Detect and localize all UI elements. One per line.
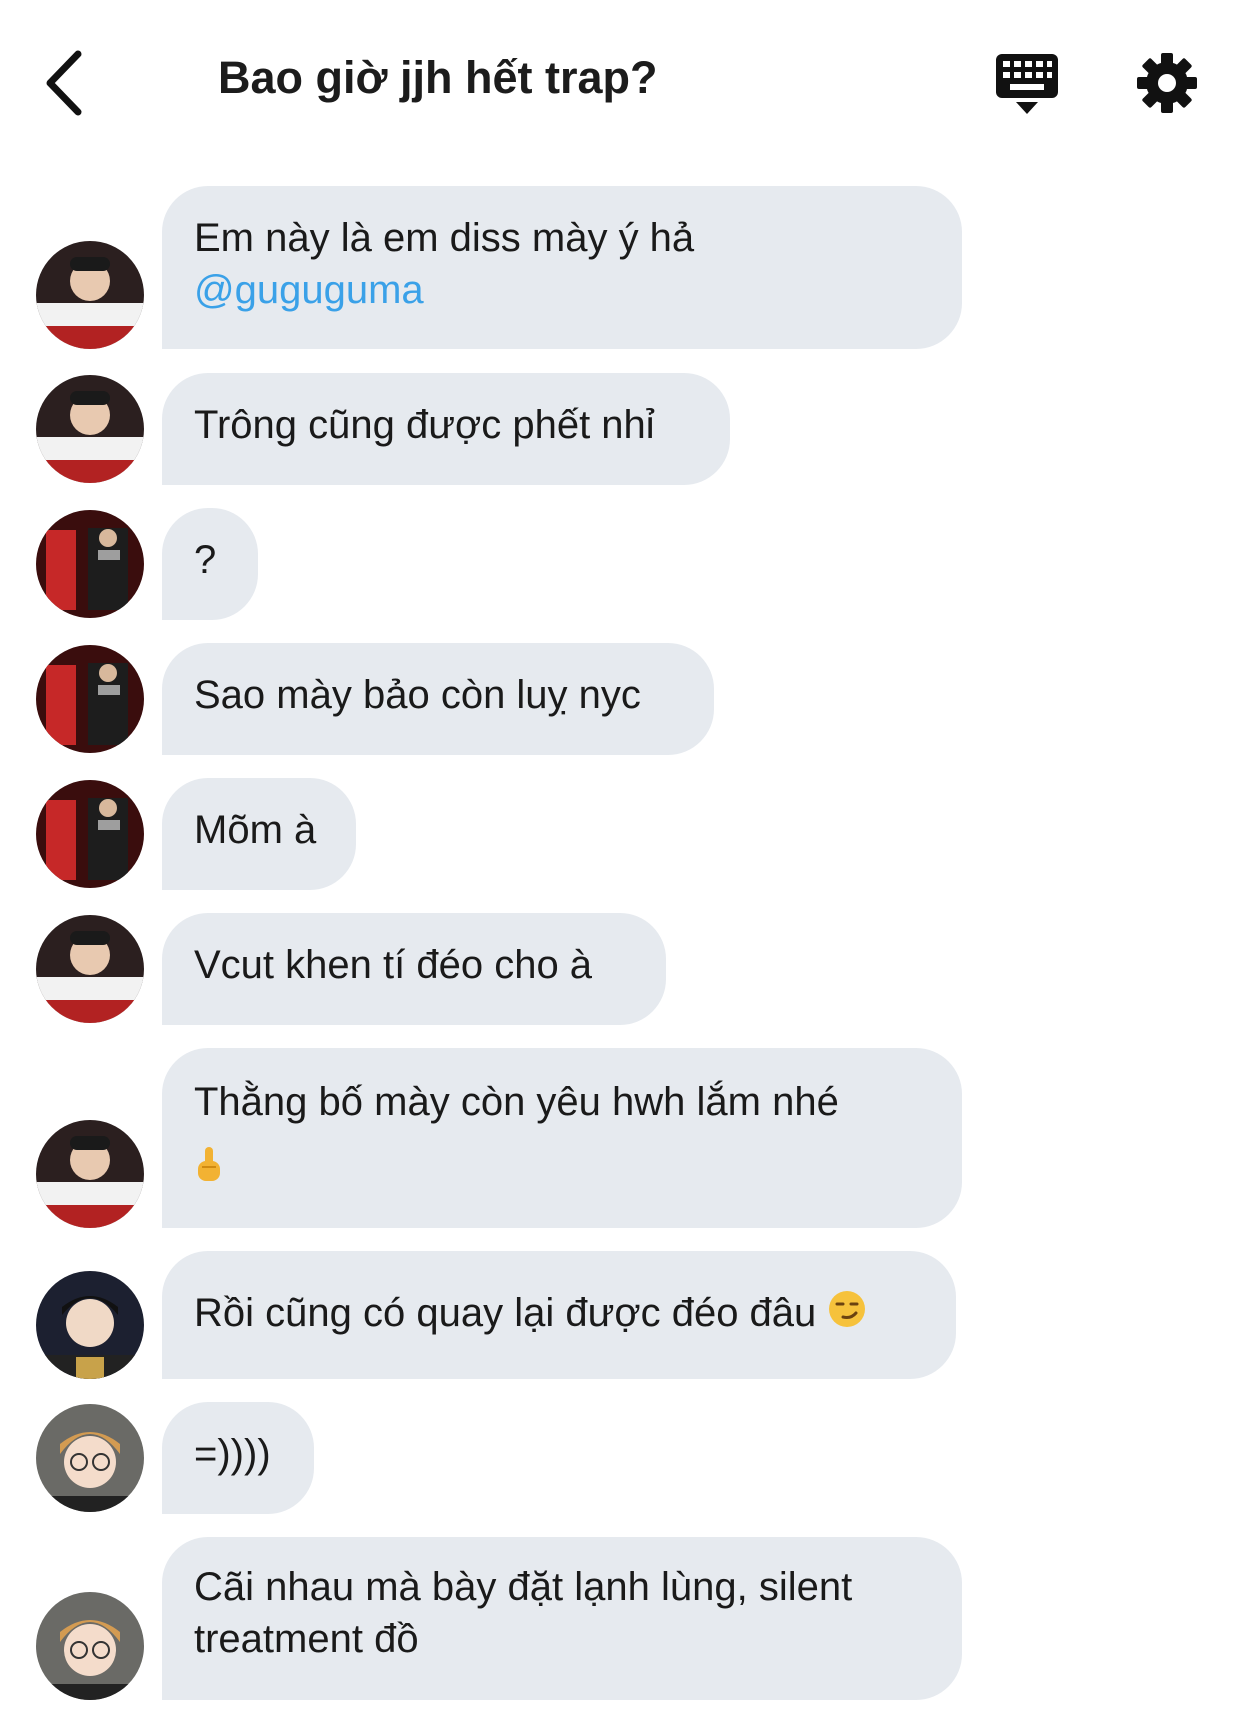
avatar[interactable] (36, 915, 144, 1023)
gear-icon (1137, 53, 1197, 113)
smirk-face-icon (827, 1289, 867, 1342)
avatar-a (36, 241, 144, 349)
mention-link[interactable]: @guguguma (194, 264, 930, 316)
message-text: Em này là em diss mày ý hả (194, 216, 695, 260)
message-text: =)))) (194, 1432, 271, 1476)
avatar-d (36, 1404, 144, 1512)
settings-button[interactable] (1136, 52, 1198, 114)
chat-title: Bao giờ jjh hết trap? (218, 52, 658, 103)
avatar[interactable] (36, 241, 144, 349)
avatar[interactable] (36, 375, 144, 483)
message-bubble[interactable]: Sao mày bảo còn luỵ nyc (162, 643, 714, 755)
message-bubble[interactable]: Cãi nhau mà bày đặt lạnh lùng, silent tr… (162, 1537, 962, 1700)
message-text: Thằng bố mày còn yêu hwh lắm nhé (194, 1080, 839, 1124)
avatar-a (36, 915, 144, 1023)
avatar-c (36, 1271, 144, 1379)
avatar[interactable] (36, 510, 144, 618)
avatar[interactable] (36, 1592, 144, 1700)
message-bubble[interactable]: =)))) (162, 1402, 314, 1514)
avatar-b (36, 645, 144, 753)
message-text: ? (194, 538, 217, 582)
avatar-b (36, 510, 144, 618)
avatar-a (36, 1120, 144, 1228)
avatar[interactable] (36, 1271, 144, 1379)
avatar[interactable] (36, 645, 144, 753)
message-bubble[interactable]: Vcut khen tí đéo cho à (162, 913, 666, 1025)
back-button[interactable] (40, 48, 90, 118)
message-bubble[interactable]: Trông cũng được phết nhỉ (162, 373, 730, 485)
chevron-left-icon (46, 50, 82, 116)
message-text: Rồi cũng có quay lại được đéo đâu (194, 1291, 817, 1335)
message-bubble[interactable]: ? (162, 508, 258, 620)
message-bubble[interactable]: Thằng bố mày còn yêu hwh lắm nhé (162, 1048, 962, 1228)
middle-finger-icon (194, 1138, 224, 1206)
message-text: Vcut khen tí đéo cho à (194, 943, 593, 987)
avatar-b (36, 780, 144, 888)
message-text: Mõm à (194, 808, 317, 852)
message-bubble[interactable]: Em này là em diss mày ý hả @guguguma (162, 186, 962, 349)
message-text: Sao mày bảo còn luỵ nyc (194, 673, 641, 717)
avatar-d (36, 1592, 144, 1700)
avatar[interactable] (36, 1404, 144, 1512)
chat-header: Bao giờ jjh hết trap? (0, 0, 1242, 165)
message-bubble[interactable]: Rồi cũng có quay lại được đéo đâu (162, 1251, 956, 1379)
avatar-a (36, 375, 144, 483)
message-bubble[interactable]: Mõm à (162, 778, 356, 890)
keyboard-button[interactable] (994, 50, 1060, 116)
keyboard-icon (996, 54, 1058, 114)
avatar[interactable] (36, 1120, 144, 1228)
message-text: Trông cũng được phết nhỉ (194, 403, 655, 447)
avatar[interactable] (36, 780, 144, 888)
message-text: Cãi nhau mà bày đặt lạnh lùng, silent tr… (194, 1565, 853, 1661)
